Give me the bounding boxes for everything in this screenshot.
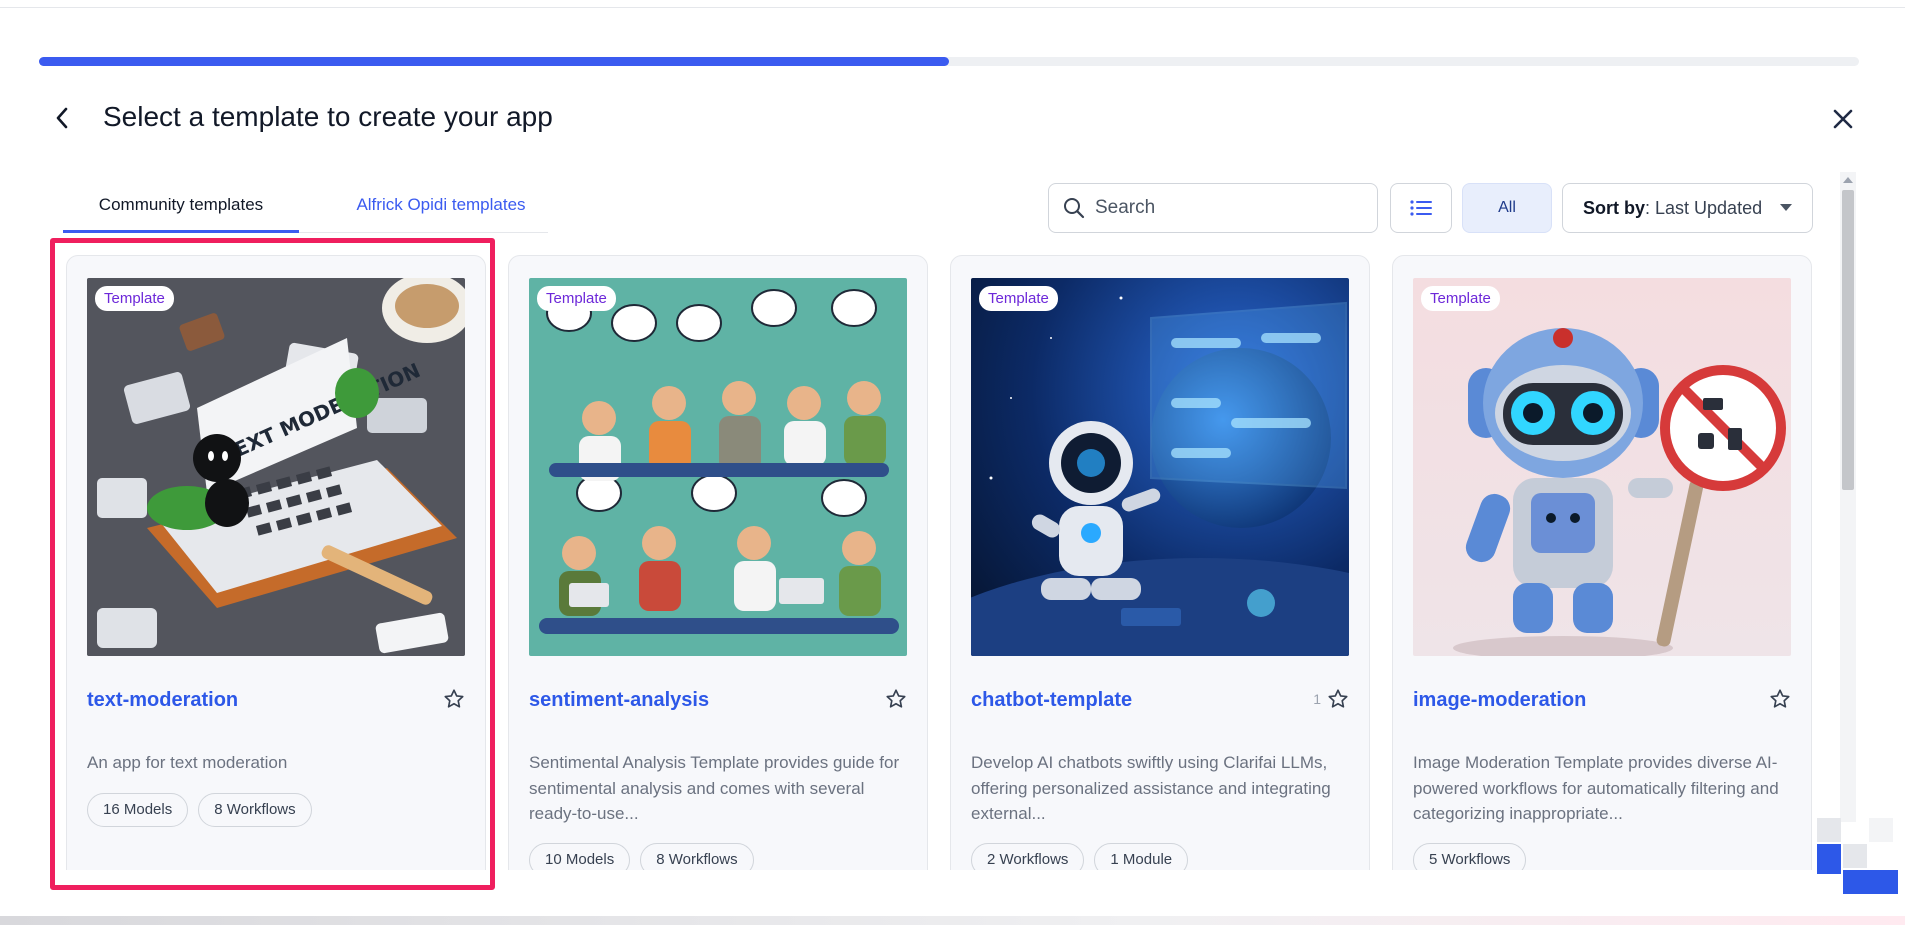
back-button[interactable] [48,103,76,133]
star-button[interactable] [437,688,465,710]
template-badge: Template [537,286,616,311]
corner-logo-block [1843,844,1867,868]
template-card-text-moderation[interactable]: TEXT MODERATION Template text-moderation… [66,255,486,870]
workflows-chip: 2 Workflows [971,843,1085,870]
search-box[interactable] [1048,183,1378,233]
tab-user-templates[interactable]: Alfrick Opidi templates [331,180,551,230]
models-chip: 16 Models [87,793,189,827]
star-icon [886,689,906,708]
scroll-up-arrow-icon[interactable] [1843,177,1853,183]
card-description: Sentimental Analysis Template provides g… [529,753,900,823]
close-icon [1833,109,1853,129]
template-badge: Template [1421,286,1500,311]
back-arrow-icon [56,107,68,129]
workflows-chip: 8 Workflows [198,793,312,827]
search-icon [1064,198,1085,219]
template-card-sentiment-analysis[interactable]: Template sentiment-analysis Sentimental … [508,255,928,870]
corner-logo-block [1869,818,1893,842]
bottom-strip [0,916,1905,925]
card-image: Template [529,278,907,656]
card-title[interactable]: chatbot-template [971,689,1132,712]
search-input[interactable] [1093,196,1357,220]
sort-dropdown[interactable]: Sort by: Last Updated [1562,183,1813,233]
sort-value: : Last Updated [1645,197,1763,218]
corner-logo-block [1817,844,1841,874]
template-badge: Template [979,286,1058,311]
progress-bar [39,57,1859,66]
template-tabs: Community templates Alfrick Opidi templa… [63,180,548,233]
card-chips: 16 Models 8 Workflows [87,793,312,827]
star-icon [1770,689,1790,708]
corner-logo-block [1843,870,1898,894]
template-badge: Template [95,286,174,311]
star-button[interactable] [879,688,907,710]
top-divider [0,0,1905,8]
card-description: Image Moderation Template provides diver… [1413,753,1779,823]
star-count: 1 [1313,691,1321,707]
page-title: Select a template to create your app [103,101,553,132]
template-grid: TEXT MODERATION Template text-moderation… [0,240,1840,870]
close-button[interactable] [1826,102,1860,136]
star-icon [1328,689,1348,708]
scrollbar-thumb[interactable] [1842,190,1854,490]
template-card-image-moderation[interactable]: Template image-moderation Image Moderati… [1392,255,1812,870]
progress-bar-fill [39,57,949,66]
card-image: Template [1413,278,1791,656]
card-image: TEXT MODERATION Template [87,278,465,656]
star-icon [444,689,464,708]
filter-all-button[interactable]: All [1462,183,1552,233]
card-title[interactable]: text-moderation [87,689,238,712]
template-card-chatbot-template[interactable]: Template chatbot-template 1 Develop AI c… [950,255,1370,870]
models-chip: 10 Models [529,843,631,870]
chevron-down-icon [1780,204,1792,211]
list-view-icon [1410,200,1432,216]
star-button[interactable]: 1 [1313,688,1349,710]
workflows-chip: 5 Workflows [1413,843,1527,870]
tab-community-templates[interactable]: Community templates [63,180,299,233]
card-chips: 10 Models 8 Workflows [529,843,754,870]
card-chips: 2 Workflows 1 Module [971,843,1189,870]
sort-label: Sort by [1583,197,1646,218]
card-title[interactable]: sentiment-analysis [529,689,709,712]
workflows-chip: 8 Workflows [640,843,754,870]
corner-logo-block [1817,818,1841,842]
list-view-button[interactable] [1390,183,1452,233]
card-image: Template [971,278,1349,656]
star-button[interactable] [1763,688,1791,710]
card-description: An app for text moderation [87,753,288,772]
card-description: Develop AI chatbots swiftly using Clarif… [971,753,1331,823]
card-chips: 5 Workflows [1413,843,1527,870]
module-chip: 1 Module [1094,843,1189,870]
card-title[interactable]: image-moderation [1413,689,1586,712]
